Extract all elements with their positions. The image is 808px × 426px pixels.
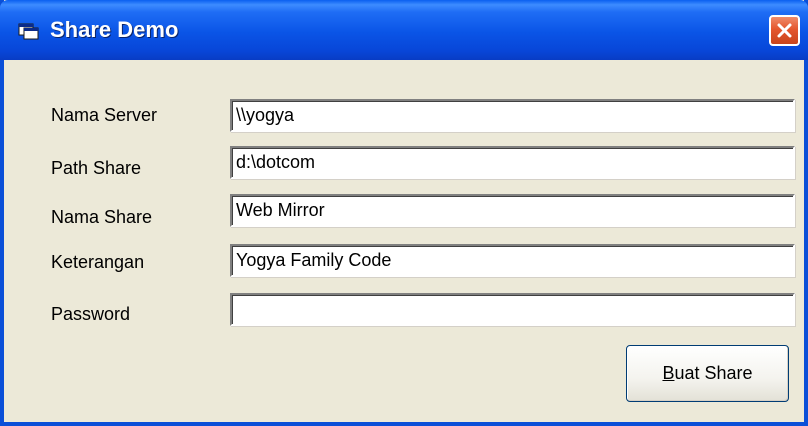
window-title: Share Demo	[50, 17, 179, 42]
label-keterangan: Keterangan	[51, 252, 145, 272]
close-button[interactable]	[769, 15, 800, 46]
path-share-field[interactable]	[230, 146, 795, 179]
nama-server-input[interactable]	[232, 101, 793, 130]
path-share-input[interactable]	[232, 148, 793, 177]
buat-share-label: uat Share	[674, 363, 753, 383]
nama-share-field[interactable]	[230, 194, 795, 227]
close-icon	[777, 23, 792, 38]
label-password: Password	[51, 304, 131, 324]
label-nama-share: Nama Share	[51, 207, 153, 227]
title-bar[interactable]: Share Demo	[0, 0, 808, 60]
buat-share-button[interactable]: Buat Share	[626, 345, 789, 402]
form-window-icon	[18, 22, 40, 40]
password-field[interactable]	[230, 293, 795, 326]
label-nama-server: Nama Server	[51, 105, 158, 125]
nama-share-input[interactable]	[232, 196, 793, 225]
keterangan-field[interactable]	[230, 244, 795, 277]
buat-share-accel: B	[662, 363, 675, 383]
label-path-share: Path Share	[51, 158, 142, 178]
share-demo-window: Share Demo Nama Server Path Share Nama S…	[0, 0, 808, 426]
nama-server-field[interactable]	[230, 99, 795, 132]
password-input[interactable]	[232, 295, 793, 324]
keterangan-input[interactable]	[232, 246, 793, 275]
